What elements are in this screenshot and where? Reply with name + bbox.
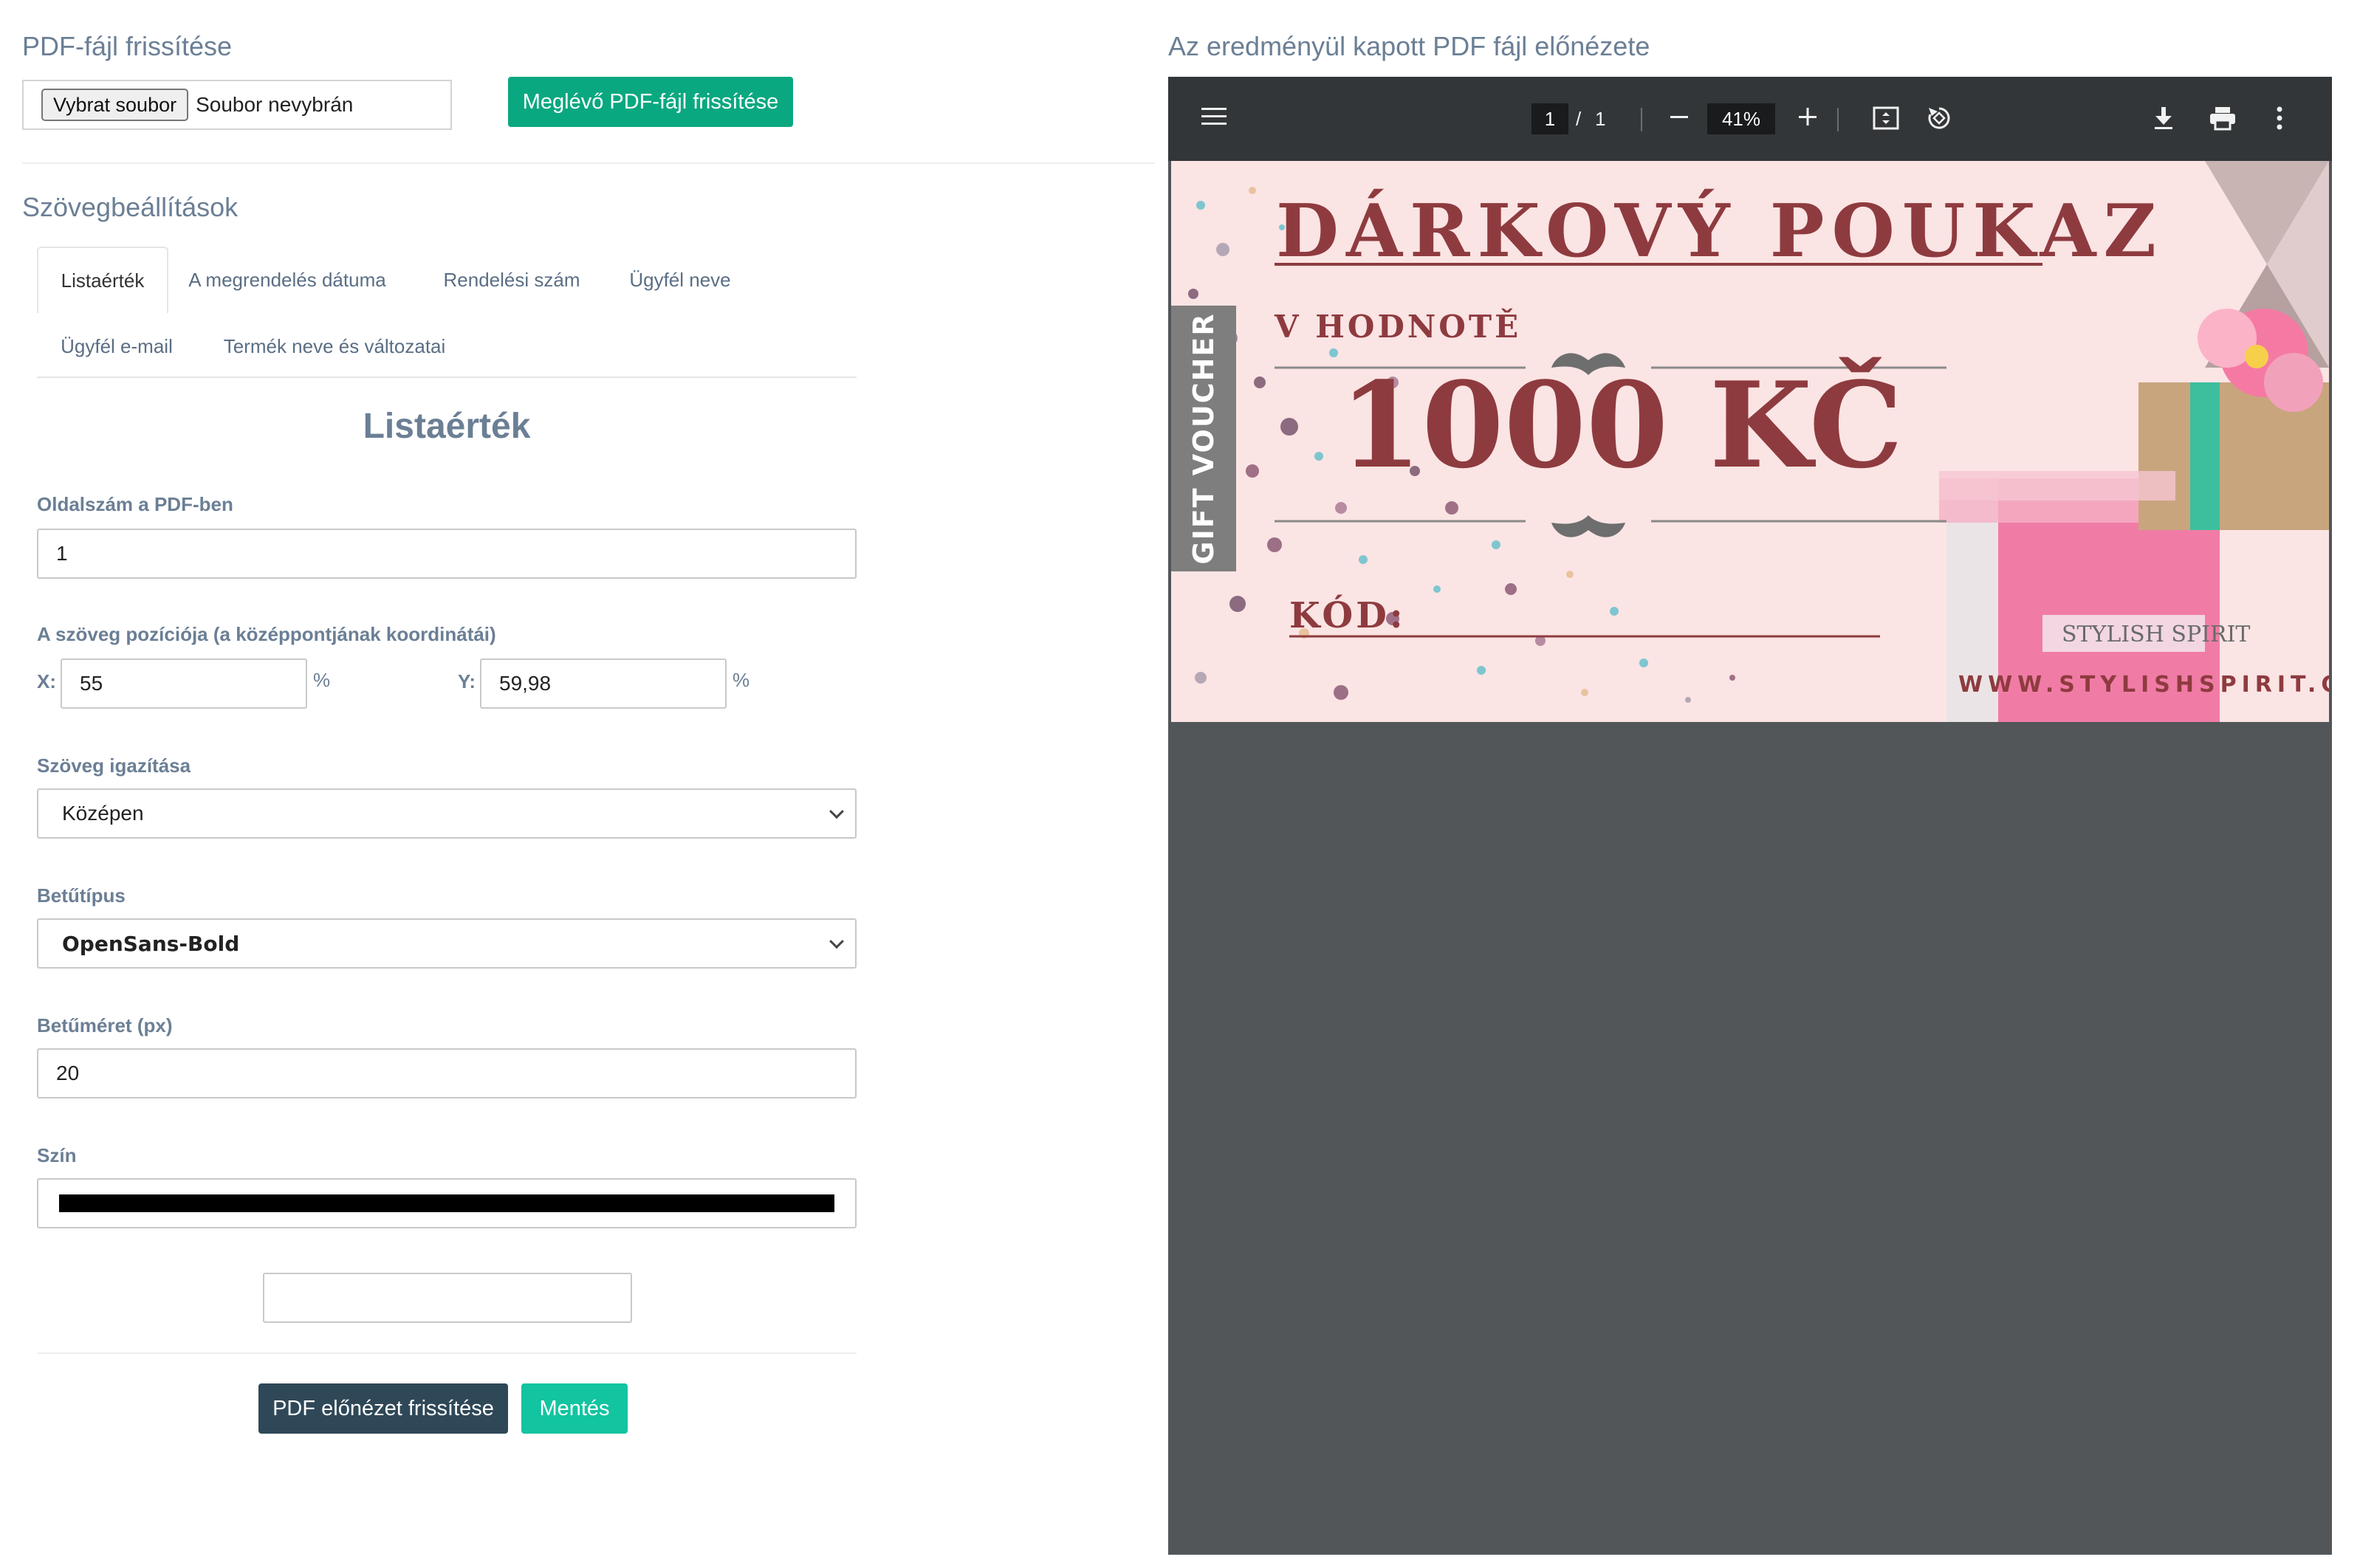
text-position-label: A szöveg pozíciója (a középpontjának koo… [37,623,496,645]
save-button[interactable]: Mentés [521,1383,628,1434]
tab-order-number[interactable]: Rendelési szám [421,247,603,313]
page-number-input[interactable]: 1 [37,529,857,579]
voucher-side-label: GIFT VOUCHER [1187,312,1220,565]
preview-column: Az eredményül kapott PDF fájl előnézete … [1168,0,2360,1568]
voucher-website: WWW.STYLISHSPIRIT.CZ [1958,672,2329,698]
color-label: Szín [37,1144,77,1166]
alignment-select[interactable]: Középen [37,788,857,839]
file-input[interactable]: Vybrat soubor Soubor nevybrán [22,80,452,130]
divider [22,162,1155,164]
alignment-label: Szöveg igazítása [37,754,191,777]
update-existing-pdf-button[interactable]: Meglévő PDF-fájl frissítése [508,77,793,127]
print-icon[interactable] [2205,102,2240,134]
font-size-label: Betűméret (px) [37,1014,173,1036]
more-options-icon[interactable] [2268,102,2291,134]
tab-order-date[interactable]: A megrendelés dátuma [176,247,399,313]
pdf-page: DÁRKOVÝ POUKAZ V HODNOTĚ 1000 KČ GIFT VO… [1171,161,2329,722]
y-coordinate-input[interactable]: 59,98 [480,659,727,709]
fit-page-icon[interactable] [1870,102,1902,134]
pdf-update-heading: PDF-fájl frissítése [22,31,233,61]
tabs-divider [37,376,857,378]
settings-column: PDF-fájl frissítése Vybrat soubor Soubor… [0,0,1158,1568]
panel-title: Listaérték [363,407,531,446]
y-percent-unit: % [733,669,750,691]
font-family-value: OpenSans-Bold [62,931,240,956]
tab-list-value[interactable]: Listaérték [37,247,168,313]
voucher-amount: 1000 KČ [1339,356,1904,495]
refresh-preview-button[interactable]: PDF előnézet frissítése [258,1383,508,1434]
choose-file-button[interactable]: Vybrat soubor [41,89,189,121]
download-icon[interactable] [2147,102,2180,134]
font-family-label: Betűtípus [37,884,126,907]
preview-heading: Az eredményül kapott PDF fájl előnézete [1168,31,1650,61]
tab-customer-name[interactable]: Ügyfél neve [617,247,743,313]
page-separator: / [1576,108,1582,130]
color-picker[interactable] [37,1178,857,1228]
tab-product-name-variants[interactable]: Termék neve és változatai [213,313,456,379]
x-coordinate-label: X: [37,670,56,692]
toolbar-separator [1641,108,1642,131]
color-swatch [59,1194,834,1212]
voucher-title: DÁRKOVÝ POUKAZ [1276,189,2164,274]
chevron-down-icon [829,804,844,819]
rotate-icon[interactable] [1923,102,1955,134]
text-settings-heading: Szövegbeállítások [22,192,239,222]
y-coordinate-label: Y: [458,670,476,692]
voucher-brand: STYLISH SPIRIT [2062,622,2251,647]
font-size-input[interactable]: 20 [37,1048,857,1098]
x-coordinate-input[interactable]: 55 [61,659,307,709]
pdf-toolbar: 1 / 1 41% [1168,77,2332,161]
page-number-label: Oldalszám a PDF-ben [37,493,233,515]
tab-customer-email[interactable]: Ügyfél e-mail [37,313,196,379]
zoom-in-icon[interactable] [1793,102,1822,131]
chevron-down-icon [829,934,844,949]
zoom-out-icon[interactable] [1664,102,1694,131]
zoom-level-field[interactable]: 41% [1707,103,1775,134]
form-divider [37,1352,857,1354]
toolbar-separator [1837,108,1839,131]
font-family-select[interactable]: OpenSans-Bold [37,918,857,969]
alignment-value: Középen [62,802,144,825]
file-name-text: Soubor nevybrán [196,93,354,116]
x-percent-unit: % [313,669,331,691]
page-number-field[interactable]: 1 [1531,103,1568,134]
menu-icon[interactable] [1198,100,1230,133]
voucher-subtitle: V HODNOTĚ [1275,309,1522,345]
pdf-viewer[interactable]: 1 / 1 41% DÁRKOVÝ POUKAZ V HODNOTĚ 1000 … [1168,77,2332,1555]
voucher-code-label: KÓD: [1289,595,1406,636]
extra-text-input[interactable] [263,1273,632,1323]
page-total: 1 [1595,108,1606,130]
